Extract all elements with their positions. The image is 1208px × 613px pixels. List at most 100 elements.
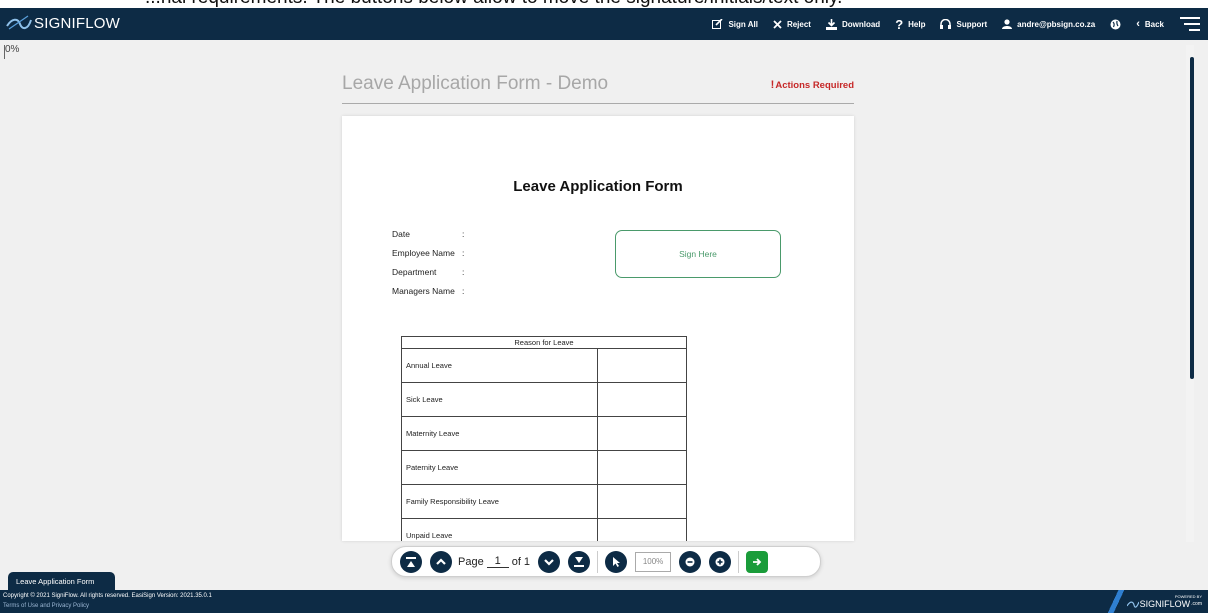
pen-to-square-icon — [712, 19, 724, 29]
instruction-banner: ...nal requirements. The buttons below a… — [0, 0, 1208, 8]
reason-label: Sick Leave — [401, 382, 598, 417]
support-label: Support — [956, 19, 988, 29]
sign-here-label: Sign Here — [679, 249, 717, 259]
download-label: Download — [841, 19, 881, 29]
close-icon — [773, 19, 782, 29]
sign-here-field[interactable]: Sign Here — [615, 230, 781, 278]
terms-link[interactable]: Terms of Use and Privacy Policy — [3, 603, 89, 609]
zoom-in-button[interactable] — [709, 550, 732, 573]
document-tab[interactable]: Leave Application Form — [8, 572, 115, 590]
language-button[interactable] — [1110, 19, 1121, 30]
table-row: Paternity Leave — [401, 450, 687, 485]
reason-label: Unpaid Leave — [401, 518, 598, 541]
reason-label: Annual Leave — [401, 348, 598, 383]
document-page: Leave Application Form Date: Employee Na… — [342, 116, 854, 541]
form-field: Managers Name: — [392, 281, 464, 300]
previous-page-button[interactable] — [430, 550, 452, 573]
instruction-banner-text: ...nal requirements. The buttons below a… — [145, 0, 842, 8]
arrow-right-icon — [753, 557, 762, 566]
user-menu-button[interactable]: andre@pbsign.co.za — [1002, 19, 1095, 29]
back-label: Back — [1144, 19, 1164, 29]
table-row: Unpaid Leave — [401, 518, 687, 541]
download-button[interactable]: Download — [825, 18, 881, 30]
table-row: Maternity Leave — [401, 416, 687, 451]
field-colon: : — [462, 247, 465, 258]
cursor-arrow-icon — [613, 556, 621, 567]
last-page-icon — [574, 556, 585, 567]
download-icon — [825, 18, 837, 30]
page-toolbar: Page 1 of 1 100% — [391, 546, 821, 577]
select-tool-button[interactable] — [605, 550, 628, 573]
chevron-down-icon — [544, 558, 554, 566]
document-title: Leave Application Form - Demo — [342, 73, 609, 94]
footer: Copyright © 2021 SigniFlow. All rights r… — [0, 590, 1208, 613]
form-field: Department: — [392, 262, 464, 281]
field-label: Date — [392, 228, 410, 239]
help-label: Help — [908, 19, 926, 29]
reason-for-leave-table: Reason for Leave Annual Leave Sick Leave… — [401, 336, 687, 541]
back-button[interactable]: ‹ Back — [1136, 17, 1164, 30]
toolbar-divider — [597, 550, 599, 573]
exclamation-icon: ! — [770, 79, 775, 91]
powered-by-logo[interactable]: POWERED BY SIGNIFLOW .com — [1106, 590, 1202, 613]
powered-logo-text: SIGNIFLOW — [1139, 599, 1191, 609]
signiflow-swoosh-icon — [6, 15, 32, 30]
toolbar-divider — [738, 550, 740, 573]
menu-button[interactable] — [1180, 17, 1200, 31]
reason-label: Maternity Leave — [401, 416, 598, 451]
table-row: Family Responsibility Leave — [401, 484, 687, 519]
help-button[interactable]: ? Help — [895, 18, 925, 31]
reason-check-cell[interactable] — [597, 416, 687, 451]
form-fields: Date: Employee Name: Department: Manager… — [392, 224, 464, 300]
first-page-icon — [406, 556, 416, 567]
field-colon: : — [462, 228, 465, 239]
document-header: Leave Application Form - Demo !Actions R… — [342, 68, 854, 104]
question-mark-icon: ? — [895, 16, 904, 32]
signiflow-logo[interactable]: SIGNIFLOW — [6, 14, 120, 32]
user-icon — [1002, 19, 1013, 29]
powered-logo-wordmark: SIGNIFLOW .com — [1126, 599, 1202, 609]
support-button[interactable]: Support — [940, 19, 987, 29]
reject-button[interactable]: Reject — [773, 20, 811, 29]
chevron-left-icon: ‹ — [1136, 17, 1140, 30]
top-nav-bar: SIGNIFLOW Sign All Reject Download ? Hel… — [0, 8, 1208, 40]
sign-all-label: Sign All — [728, 19, 758, 29]
menu-icon — [1180, 17, 1200, 31]
first-page-button[interactable] — [400, 550, 422, 573]
page-count: of 1 — [511, 555, 531, 568]
field-label: Employee Name — [392, 247, 455, 258]
scrollbar-thumb[interactable] — [1190, 57, 1194, 379]
logo-text: SIGNIFLOW — [34, 14, 120, 32]
reason-label: Family Responsibility Leave — [401, 484, 598, 519]
next-page-button[interactable] — [538, 550, 561, 573]
actions-required-label: Actions Required — [775, 80, 854, 91]
headphones-icon — [940, 19, 952, 29]
powered-slash-icon — [1106, 590, 1125, 613]
reason-check-cell[interactable] — [597, 348, 687, 383]
reason-check-cell[interactable] — [597, 450, 687, 485]
reject-label: Reject — [786, 19, 811, 29]
signiflow-swoosh-icon — [1126, 601, 1139, 608]
next-action-button[interactable] — [746, 550, 769, 573]
zoom-level-input[interactable]: 100% — [635, 551, 672, 572]
zoom-in-icon — [715, 557, 725, 566]
reason-check-cell[interactable] — [597, 484, 687, 519]
copyright-text: Copyright © 2021 SigniFlow. All rights r… — [3, 593, 212, 599]
field-label: Department — [392, 266, 437, 277]
actions-required-badge[interactable]: !Actions Required — [771, 79, 854, 91]
last-page-button[interactable] — [568, 550, 591, 573]
zoom-out-button[interactable] — [679, 550, 702, 573]
page-label: Page — [458, 555, 484, 568]
progress-percent: 0% — [5, 44, 20, 55]
reason-label: Paternity Leave — [401, 450, 598, 485]
table-row: Annual Leave — [401, 348, 687, 383]
user-email: andre@pbsign.co.za — [1017, 19, 1096, 29]
page-number-input[interactable]: 1 — [486, 555, 509, 568]
zoom-out-icon — [685, 557, 695, 566]
table-header: Reason for Leave — [401, 336, 687, 349]
reason-check-cell[interactable] — [597, 518, 687, 541]
reason-check-cell[interactable] — [597, 382, 687, 417]
field-colon: : — [462, 285, 465, 296]
sign-all-button[interactable]: Sign All — [712, 19, 758, 29]
field-colon: : — [462, 266, 465, 277]
